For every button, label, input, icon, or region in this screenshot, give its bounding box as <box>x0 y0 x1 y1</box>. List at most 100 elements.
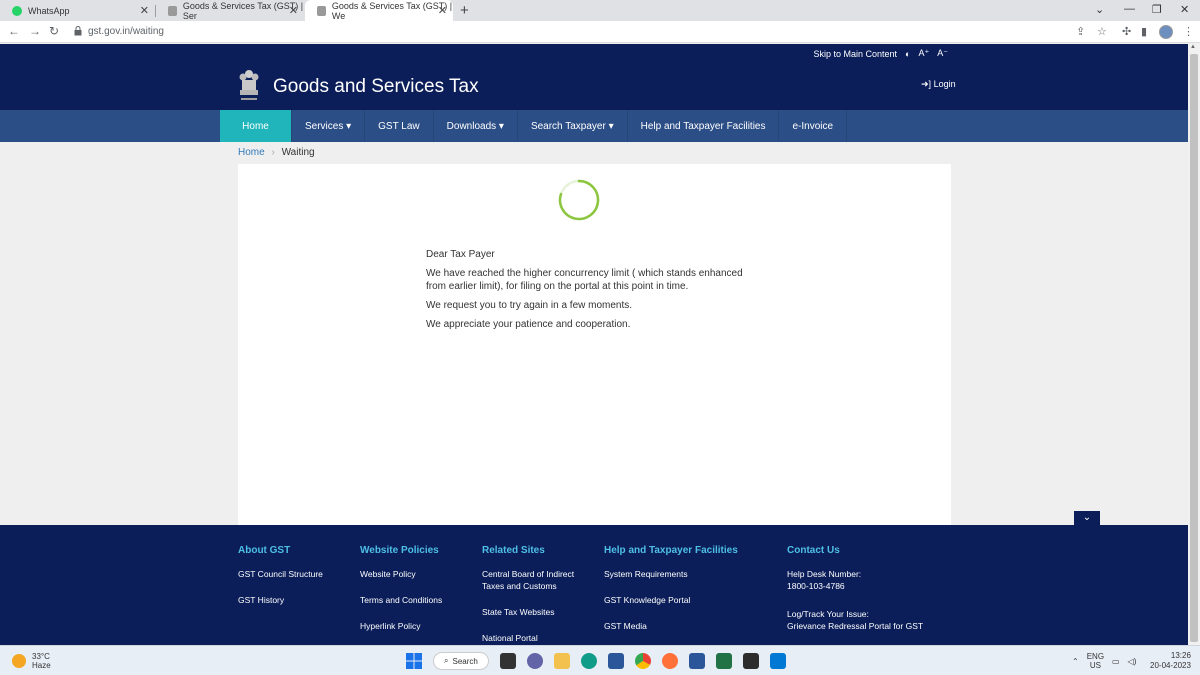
language-code: ENG <box>1086 652 1105 661</box>
message-line-1: We have reached the higher concurrency l… <box>426 268 743 292</box>
footer-link[interactable]: National Portal <box>482 632 592 644</box>
login-link[interactable]: ➜] Login <box>921 79 956 90</box>
minimize-icon[interactable]: — <box>1124 3 1135 15</box>
breadcrumb-separator: › <box>271 147 275 158</box>
tab-whatsapp[interactable]: WhatsApp ✕ <box>0 0 155 21</box>
nav-services[interactable]: Services ▾ <box>292 110 366 142</box>
footer-link[interactable]: State Tax Websites <box>482 606 592 618</box>
word-icon[interactable] <box>688 653 705 669</box>
lock-icon[interactable] <box>74 26 82 36</box>
loading-spinner-icon <box>558 179 600 221</box>
scroll-up-icon[interactable]: ▲ <box>1190 44 1196 50</box>
footer-link[interactable]: GST Council Structure <box>238 568 323 580</box>
footer-column-help: Help and Taxpayer Facilities System Requ… <box>604 545 738 645</box>
store-icon[interactable] <box>607 653 624 669</box>
terminal-icon[interactable] <box>742 653 759 669</box>
extensions-icon[interactable]: ✣ <box>1122 25 1131 38</box>
nav-search-taxpayer[interactable]: Search Taxpayer ▾ <box>518 110 628 142</box>
breadcrumb-home[interactable]: Home <box>238 147 265 158</box>
tab-title: Goods & Services Tax (GST) | Ser <box>182 0 304 21</box>
message-line-3: We appreciate your patience and cooperat… <box>426 319 631 330</box>
font-decrease-button[interactable]: A⁻ <box>937 48 948 59</box>
whatsapp-icon <box>12 5 22 16</box>
search-label: Search <box>452 656 478 666</box>
waiting-message: Dear Tax Payer We have reached the highe… <box>426 248 756 337</box>
footer-heading: About GST <box>238 545 291 556</box>
sidebar-icon[interactable]: ▮ <box>1141 25 1147 38</box>
tab-search-icon[interactable]: ⌄ <box>1095 3 1104 16</box>
footer-column-policies: Website Policies Website Policy Terms an… <box>360 545 442 645</box>
browser-tab-strip: WhatsApp ✕ Goods & Services Tax (GST) | … <box>0 0 1200 21</box>
windows-start-icon[interactable] <box>406 653 422 669</box>
profile-avatar[interactable] <box>1159 25 1173 39</box>
back-icon[interactable]: ← <box>8 24 20 38</box>
footer-column-related: Related Sites Central Board of Indirect … <box>482 545 592 645</box>
new-tab-icon[interactable]: + <box>460 2 469 19</box>
windows-taskbar: 33°C Haze ⌕ Search ⌃ ENG US ▭ ◁) 13:26 2… <box>0 645 1200 675</box>
close-icon[interactable]: ✕ <box>289 4 298 17</box>
reload-icon[interactable]: ↻ <box>49 24 59 38</box>
chevron-up-icon[interactable]: ⌃ <box>1072 657 1079 666</box>
grievance-portal-link[interactable]: Grievance Redressal Portal for GST <box>787 620 923 632</box>
footer-link[interactable]: Website Policy <box>360 568 442 580</box>
language-indicator[interactable]: ENG US <box>1087 652 1104 670</box>
outlook-icon[interactable] <box>769 653 786 669</box>
national-emblem-logo[interactable] <box>238 68 260 104</box>
volume-icon[interactable]: ◁) <box>1128 657 1137 666</box>
search-icon: ⌕ <box>444 656 449 665</box>
keyboard-layout: US <box>1089 661 1101 670</box>
scrollbar-thumb[interactable] <box>1190 54 1198 642</box>
nav-help-taxpayer-facilities[interactable]: Help and Taxpayer Facilities <box>628 110 780 142</box>
edge-icon[interactable] <box>580 653 597 669</box>
contrast-icon[interactable]: ◐ <box>905 49 910 59</box>
forward-icon[interactable]: → <box>29 24 41 38</box>
site-footer: ⌄ About GST GST Council Structure GST Hi… <box>0 511 1188 645</box>
footer-link[interactable]: Central Board of Indirect Taxes and Cust… <box>482 568 592 592</box>
footer-link[interactable]: GST History <box>238 594 323 606</box>
close-icon[interactable]: ✕ <box>140 4 149 17</box>
footer-link[interactable]: GST Media <box>604 620 738 632</box>
bookmark-star-icon[interactable]: ☆ <box>1097 25 1107 38</box>
nav-home[interactable]: Home <box>220 110 292 142</box>
skip-to-content-link[interactable]: Skip to Main Content <box>813 49 897 59</box>
footer-heading: Contact Us <box>787 545 840 556</box>
page-viewport: Skip to Main Content ◐ A⁺ A⁻ Goods and S… <box>0 44 1188 645</box>
task-view-icon[interactable] <box>499 653 516 669</box>
file-explorer-icon[interactable] <box>553 653 570 669</box>
footer-link[interactable]: Hyperlink Policy <box>360 620 442 632</box>
url-bar[interactable]: gst.gov.in/waiting <box>88 26 164 37</box>
excel-icon[interactable] <box>715 653 732 669</box>
footer-link[interactable]: GST Knowledge Portal <box>604 594 738 606</box>
restore-icon[interactable]: ❐ <box>1152 3 1162 16</box>
teams-chat-icon[interactable] <box>526 653 543 669</box>
track-issue-info: Log/Track Your Issue: Grievance Redressa… <box>787 608 923 632</box>
system-clock[interactable]: 13:26 20-04-2023 <box>1150 651 1191 671</box>
helpdesk-number[interactable]: 1800-103-4786 <box>787 580 923 592</box>
nav-downloads[interactable]: Downloads ▾ <box>434 110 518 142</box>
tab-gst-services[interactable]: Goods & Services Tax (GST) | Ser ✕ <box>156 0 304 21</box>
login-label: Login <box>933 79 956 89</box>
emblem-icon <box>168 5 177 16</box>
footer-heading: Help and Taxpayer Facilities <box>604 545 738 556</box>
footer-column-contact: Contact Us Help Desk Number: 1800-103-47… <box>787 545 923 645</box>
font-increase-button[interactable]: A⁺ <box>918 48 929 59</box>
page-scrollbar[interactable]: ▲ <box>1188 44 1200 645</box>
nav-e-invoice[interactable]: e-Invoice <box>779 110 848 142</box>
tab-gst-waiting[interactable]: Goods & Services Tax (GST) | We ✕ <box>305 0 453 21</box>
weather-widget[interactable]: 33°C Haze <box>12 652 51 670</box>
site-title[interactable]: Goods and Services Tax <box>273 76 479 98</box>
clock-date: 20-04-2023 <box>1150 661 1191 670</box>
taskbar-search[interactable]: ⌕ Search <box>433 652 489 670</box>
firefox-icon[interactable] <box>661 653 678 669</box>
footer-link[interactable]: System Requirements <box>604 568 738 580</box>
close-icon[interactable]: ✕ <box>438 4 447 17</box>
share-icon[interactable]: ⇪ <box>1076 25 1085 38</box>
close-window-icon[interactable]: ✕ <box>1180 3 1189 16</box>
chevron-down-icon[interactable]: ⌄ <box>1074 511 1100 525</box>
footer-column-about: About GST GST Council Structure GST Hist… <box>238 545 323 620</box>
network-icon[interactable]: ▭ <box>1112 657 1120 666</box>
menu-kebab-icon[interactable]: ⋮ <box>1183 25 1194 38</box>
chrome-icon[interactable] <box>634 653 651 669</box>
footer-link[interactable]: Terms and Conditions <box>360 594 442 606</box>
nav-gst-law[interactable]: GST Law <box>365 110 434 142</box>
